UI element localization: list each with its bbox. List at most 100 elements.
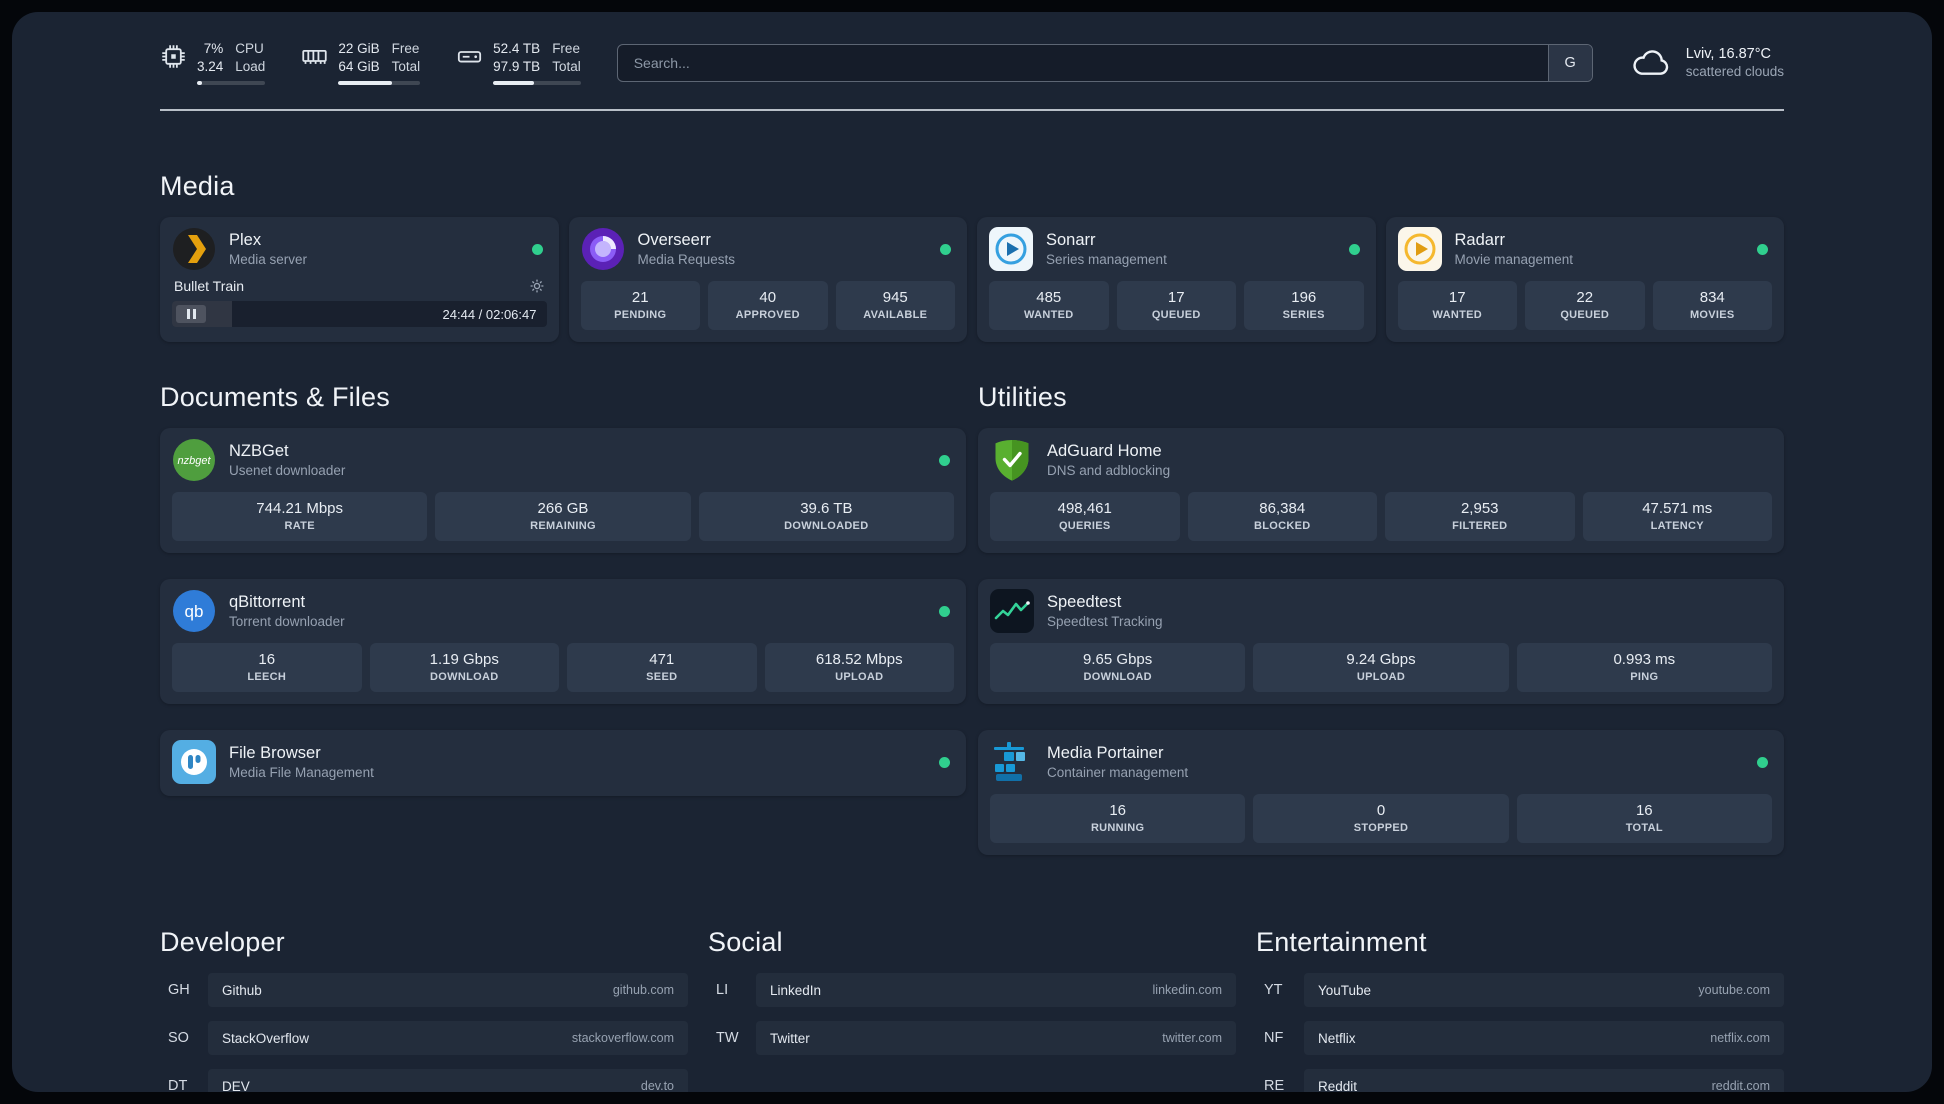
- stat-filtered: 2,953 FILTERED: [1385, 492, 1575, 542]
- service-card-radarr[interactable]: Radarr Movie management 17 WANTED 22 QUE…: [1385, 217, 1784, 343]
- service-card-sonarr[interactable]: Sonarr Series management 485 WANTED 17 Q…: [977, 217, 1376, 343]
- top-bar: 7% 3.24 CPU Load 22 GiB 64 GiB Free Tota…: [160, 40, 1784, 86]
- search-provider-button[interactable]: G: [1547, 44, 1592, 81]
- cpu-icon: [160, 43, 187, 70]
- section-title-developer: Developer: [160, 927, 285, 958]
- status-dot: [939, 454, 950, 466]
- bookmark-link[interactable]: DEV dev.to: [208, 1069, 688, 1092]
- radarr-icon: [1397, 227, 1442, 272]
- bookmark-abbr: TW: [716, 1030, 739, 1047]
- now-playing-title: Bullet Train: [174, 278, 245, 295]
- stat-series: 196 SERIES: [1244, 281, 1364, 331]
- weather-condition: scattered clouds: [1685, 64, 1784, 80]
- weather-location: Lviv, 16.87°C: [1685, 46, 1772, 63]
- header-divider: [160, 109, 1784, 112]
- bookmark-link[interactable]: Netflix netflix.com: [1304, 1021, 1784, 1056]
- service-name: Media Portainer: [1047, 744, 1164, 763]
- bookmark-github: GH Github github.com: [160, 973, 688, 1008]
- service-name: AdGuard Home: [1047, 442, 1162, 461]
- playback-time: 24:44 / 02:06:47: [442, 306, 537, 322]
- portainer-icon: [990, 740, 1034, 784]
- bookmark-link[interactable]: StackOverflow stackoverflow.com: [208, 1021, 688, 1056]
- bookmark-abbr: LI: [716, 982, 729, 999]
- service-card-qbittorrent[interactable]: qb qBittorrent Torrent downloader 16 LEE…: [160, 579, 966, 705]
- playback-progress-bar[interactable]: 24:44 / 02:06:47: [172, 301, 547, 328]
- memory-total-label: Total: [391, 59, 421, 75]
- status-dot: [531, 243, 543, 255]
- service-card-adguard[interactable]: AdGuard Home DNS and adblocking 498,461 …: [978, 428, 1784, 554]
- bookmark-abbr: SO: [168, 1030, 189, 1047]
- service-name: qBittorrent: [229, 593, 306, 612]
- cpu-usage-label: CPU: [235, 41, 264, 56]
- bookmark-youtube: YT YouTube youtube.com: [1256, 973, 1784, 1008]
- bookmark-link[interactable]: Github github.com: [208, 973, 688, 1008]
- disk-free-label: Free: [552, 41, 580, 56]
- service-card-nzbget[interactable]: nzbget NZBGet Usenet downloader 744.21 M…: [160, 428, 966, 554]
- search-input[interactable]: [617, 44, 1548, 81]
- section-title-documents: Documents & Files: [160, 382, 390, 413]
- service-card-plex[interactable]: Plex Media server Bullet Train 24:44 / 0…: [160, 217, 559, 343]
- status-dot: [939, 605, 950, 617]
- service-description: DNS and adblocking: [1047, 463, 1171, 479]
- service-description: Media server: [229, 252, 308, 268]
- stat-stopped: 0 STOPPED: [1253, 794, 1509, 844]
- memory-widget: 22 GiB 64 GiB Free Total: [301, 40, 421, 86]
- stat-upload: 9.24 Gbps UPLOAD: [1253, 643, 1509, 693]
- service-card-overseerr[interactable]: Overseerr Media Requests 21 PENDING 40 A…: [568, 217, 967, 343]
- bookmark-linkedin: LI LinkedIn linkedin.com: [708, 973, 1236, 1008]
- bookmark-abbr: GH: [168, 982, 190, 999]
- svg-text:qb: qb: [185, 602, 204, 621]
- speedtest-icon: [990, 589, 1034, 634]
- stat-latency: 47.571 ms LATENCY: [1582, 492, 1772, 542]
- memory-total-value: 64 GiB: [338, 59, 380, 75]
- weather-widget: Lviv, 16.87°C scattered clouds: [1629, 46, 1784, 79]
- overseerr-icon: [581, 227, 625, 271]
- service-name: File Browser: [229, 744, 321, 763]
- service-card-filebrowser[interactable]: File Browser Media File Management: [160, 730, 966, 797]
- resource-widgets: 7% 3.24 CPU Load 22 GiB 64 GiB Free Tota…: [160, 40, 581, 86]
- stat-running: 16 RUNNING: [990, 794, 1246, 844]
- filebrowser-icon: [172, 740, 216, 785]
- stat-blocked: 86,384 BLOCKED: [1187, 492, 1377, 542]
- plex-icon: [172, 227, 216, 271]
- service-card-speedtest[interactable]: Speedtest Speedtest Tracking 9.65 Gbps D…: [978, 579, 1784, 705]
- bookmark-abbr: DT: [168, 1078, 188, 1092]
- service-name: Radarr: [1454, 231, 1505, 250]
- pause-icon[interactable]: [176, 305, 206, 324]
- service-description: Movie management: [1454, 252, 1574, 268]
- cpu-usage-bar: [197, 81, 266, 86]
- bookmark-link[interactable]: LinkedIn linkedin.com: [756, 973, 1236, 1008]
- bookmark-link[interactable]: Twitter twitter.com: [756, 1021, 1236, 1056]
- cpu-usage-value: 7%: [203, 41, 224, 56]
- bookmark-abbr: RE: [1264, 1078, 1285, 1092]
- bookmark-group-developer: Developer GH Github github.com SO StackO…: [160, 927, 688, 1092]
- bookmark-twitter: TW Twitter twitter.com: [708, 1021, 1236, 1056]
- stat-queries: 498,461 QUERIES: [990, 492, 1180, 542]
- gear-icon[interactable]: [529, 278, 545, 294]
- section-title-entertainment: Entertainment: [1256, 927, 1427, 958]
- qbittorrent-icon: qb: [172, 589, 216, 633]
- service-card-portainer[interactable]: Media Portainer Container management 16 …: [978, 730, 1784, 856]
- stat-queued: 22 QUEUED: [1525, 281, 1645, 331]
- cpu-widget: 7% 3.24 CPU Load: [160, 40, 266, 86]
- bookmark-link[interactable]: Reddit reddit.com: [1304, 1069, 1784, 1092]
- nzbget-icon: nzbget: [172, 438, 216, 482]
- service-description: Usenet downloader: [229, 463, 346, 479]
- service-description: Media File Management: [229, 765, 374, 781]
- disk-free-value: 52.4 TB: [493, 41, 541, 56]
- service-description: Series management: [1046, 252, 1167, 268]
- sonarr-icon: [989, 227, 1033, 272]
- bookmark-abbr: NF: [1264, 1030, 1284, 1047]
- service-name: Speedtest: [1047, 593, 1122, 612]
- cpu-load-label: Load: [235, 59, 266, 75]
- status-dot: [1757, 243, 1768, 255]
- status-dot: [1348, 243, 1360, 255]
- stat-download: 1.19 Gbps DOWNLOAD: [369, 643, 559, 693]
- stat-queued: 17 QUEUED: [1116, 281, 1236, 331]
- bookmark-abbr: YT: [1264, 982, 1283, 999]
- bookmark-reddit: RE Reddit reddit.com: [1256, 1069, 1784, 1092]
- bookmark-netflix: NF Netflix netflix.com: [1256, 1021, 1784, 1056]
- bookmark-link[interactable]: YouTube youtube.com: [1304, 973, 1784, 1008]
- cpu-load-value: 3.24: [197, 59, 224, 75]
- disk-icon: [456, 43, 483, 70]
